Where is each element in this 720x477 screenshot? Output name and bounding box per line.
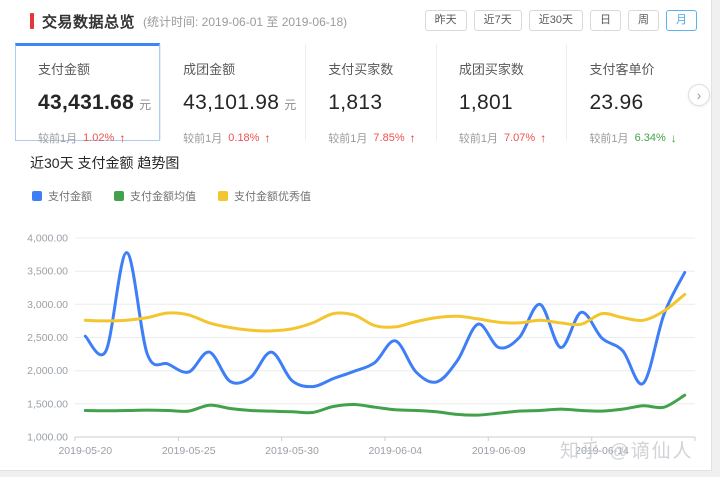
delta-arrow-icon: ↑ bbox=[410, 131, 416, 145]
card-label: 成团买家数 bbox=[459, 59, 558, 78]
range-button-month[interactable]: 月 bbox=[666, 10, 697, 31]
legend-label: 支付金额 bbox=[48, 188, 92, 204]
y-axis-label: 4,000.00 bbox=[27, 233, 68, 245]
range-button-day[interactable]: 日 bbox=[590, 10, 621, 31]
legend-swatch-green bbox=[114, 191, 124, 201]
delta-arrow-icon: ↑ bbox=[119, 131, 125, 145]
series-line-0 bbox=[85, 253, 684, 387]
legend-label: 支付金额优秀值 bbox=[234, 188, 311, 204]
delta-percent: 7.07% bbox=[504, 132, 535, 144]
card-label: 成团金额 bbox=[183, 59, 296, 78]
y-axis-label: 1,500.00 bbox=[27, 398, 68, 410]
card-compare: 较前1月 7.85% ↑ bbox=[328, 130, 427, 146]
panel-header: 交易数据总览 (统计时间: 2019-06-01 至 2019-06-18) bbox=[30, 10, 347, 32]
series-line-1 bbox=[85, 395, 684, 415]
stat-card-paying-buyers[interactable]: 支付买家数 1,813 较前1月 7.85% ↑ bbox=[305, 43, 436, 141]
x-axis-label: 2019-06-04 bbox=[368, 445, 422, 457]
card-value-row: 43,431.68 元 bbox=[38, 91, 151, 115]
card-value-row: 43,101.98 元 bbox=[183, 91, 296, 115]
card-compare: 较前1月 0.18% ↑ bbox=[183, 130, 296, 146]
card-label: 支付买家数 bbox=[328, 59, 427, 78]
stat-cards: 支付金额 43,431.68 元 较前1月 1.02% ↑ 成团金额 43,10… bbox=[15, 43, 697, 141]
range-button-last30days[interactable]: 近30天 bbox=[529, 10, 583, 31]
x-axis-label: 2019-05-20 bbox=[58, 445, 112, 457]
compare-prefix: 较前1月 bbox=[459, 130, 498, 146]
range-button-yesterday[interactable]: 昨天 bbox=[425, 10, 467, 31]
delta-percent: 6.34% bbox=[635, 132, 666, 144]
chart-legend: 支付金额 支付金额均值 支付金额优秀值 bbox=[32, 188, 311, 204]
stat-card-price-per-customer[interactable]: 支付客单价 23.96 较前1月 6.34% ↓ bbox=[566, 43, 697, 141]
chevron-right-icon: › bbox=[697, 87, 702, 103]
legend-swatch-yellow bbox=[218, 191, 228, 201]
card-value: 23.96 bbox=[589, 91, 643, 115]
card-compare: 较前1月 7.07% ↑ bbox=[459, 130, 558, 146]
card-value-row: 1,813 bbox=[328, 91, 427, 115]
chart-title: 近30天 支付金额 趋势图 bbox=[30, 153, 179, 173]
delta-percent: 0.18% bbox=[228, 132, 259, 144]
legend-item-payment-average[interactable]: 支付金额均值 bbox=[114, 188, 196, 204]
card-label: 支付客单价 bbox=[589, 59, 688, 78]
stats-period: (统计时间: 2019-06-01 至 2019-06-18) bbox=[143, 13, 347, 30]
page-title: 交易数据总览 bbox=[42, 11, 135, 32]
card-value-row: 23.96 bbox=[589, 91, 688, 115]
watermark: 知乎 @谪仙人 bbox=[560, 436, 694, 463]
legend-label: 支付金额均值 bbox=[130, 188, 196, 204]
stat-card-payment-amount[interactable]: 支付金额 43,431.68 元 较前1月 1.02% ↑ bbox=[15, 43, 160, 141]
delta-arrow-icon: ↑ bbox=[540, 131, 546, 145]
card-value: 1,813 bbox=[328, 91, 382, 115]
trend-chart: 4,000.00 3,500.00 3,000.00 2,500.00 2,000.00… bbox=[6, 222, 712, 462]
card-unit: 元 bbox=[139, 96, 151, 113]
card-value-row: 1,801 bbox=[459, 91, 558, 115]
y-axis-label: 3,000.00 bbox=[27, 299, 68, 311]
carousel-next-button[interactable]: › bbox=[688, 84, 710, 106]
card-value: 1,801 bbox=[459, 91, 513, 115]
range-button-week[interactable]: 周 bbox=[628, 10, 659, 31]
card-unit: 元 bbox=[284, 96, 296, 113]
card-label: 支付金额 bbox=[38, 59, 151, 78]
card-value: 43,101.98 bbox=[183, 91, 279, 115]
trade-overview-panel: 交易数据总览 (统计时间: 2019-06-01 至 2019-06-18) 昨… bbox=[0, 0, 712, 471]
card-compare: 较前1月 1.02% ↑ bbox=[38, 130, 151, 146]
compare-prefix: 较前1月 bbox=[183, 130, 222, 146]
delta-arrow-icon: ↓ bbox=[671, 131, 677, 145]
delta-percent: 7.85% bbox=[373, 132, 404, 144]
delta-percent: 1.02% bbox=[83, 132, 114, 144]
y-axis-label: 3,500.00 bbox=[27, 266, 68, 278]
x-axis-label: 2019-05-30 bbox=[265, 445, 319, 457]
card-value: 43,431.68 bbox=[38, 91, 134, 115]
title-accent-bar bbox=[30, 13, 34, 29]
x-axis-label: 2019-06-09 bbox=[472, 445, 526, 457]
compare-prefix: 较前1月 bbox=[328, 130, 367, 146]
stat-card-group-buyers[interactable]: 成团买家数 1,801 较前1月 7.07% ↑ bbox=[436, 43, 567, 141]
stat-card-group-amount[interactable]: 成团金额 43,101.98 元 较前1月 0.18% ↑ bbox=[160, 43, 305, 141]
compare-prefix: 较前1月 bbox=[589, 130, 628, 146]
legend-swatch-blue bbox=[32, 191, 42, 201]
y-axis-label: 2,500.00 bbox=[27, 332, 68, 344]
compare-prefix: 较前1月 bbox=[38, 130, 77, 146]
date-range-buttons: 昨天 近7天 近30天 日 周 月 bbox=[425, 10, 697, 31]
legend-item-payment-excellent[interactable]: 支付金额优秀值 bbox=[218, 188, 311, 204]
card-compare: 较前1月 6.34% ↓ bbox=[589, 130, 688, 146]
range-button-last7days[interactable]: 近7天 bbox=[474, 10, 522, 31]
delta-arrow-icon: ↑ bbox=[264, 131, 270, 145]
y-axis-label: 1,000.00 bbox=[27, 432, 68, 444]
y-axis-label: 2,000.00 bbox=[27, 365, 68, 377]
x-axis-label: 2019-05-25 bbox=[162, 445, 216, 457]
legend-item-payment-amount[interactable]: 支付金额 bbox=[32, 188, 92, 204]
